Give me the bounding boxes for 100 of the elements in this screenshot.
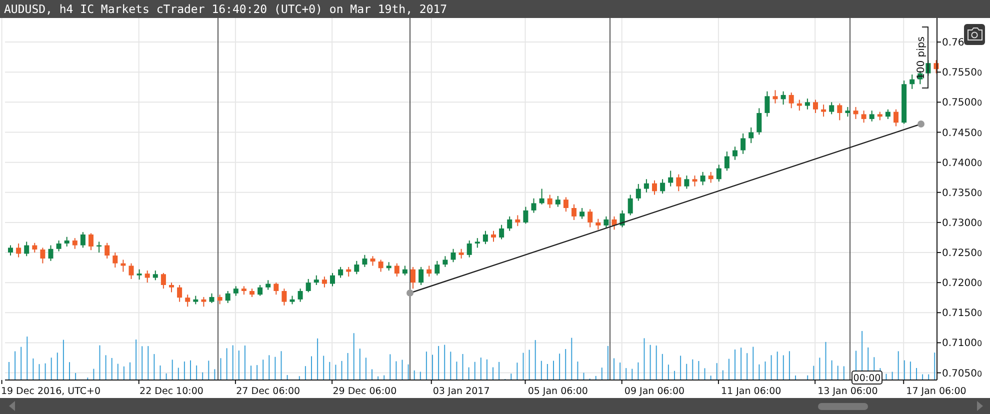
candlestick bbox=[298, 288, 303, 302]
candlestick bbox=[676, 174, 682, 192]
candlestick bbox=[499, 224, 504, 240]
candlestick bbox=[466, 240, 472, 258]
candlestick bbox=[266, 280, 271, 290]
candlestick bbox=[282, 288, 287, 306]
candlestick bbox=[8, 244, 13, 256]
pips-ruler[interactable]: 100 pips bbox=[916, 26, 928, 88]
candlestick bbox=[885, 108, 890, 120]
chart-title: AUDUSD, h4 IC Markets cTrader 16:40:20 (UTC+0) on Mar 19th, 2017 bbox=[4, 2, 448, 16]
candlestick bbox=[732, 146, 738, 160]
x-axis-label: 03 Jan 2017 bbox=[432, 386, 490, 397]
candlestick bbox=[837, 102, 842, 121]
candlestick bbox=[410, 266, 416, 290]
y-axis-label: 0.70500 bbox=[942, 368, 982, 380]
candlestick bbox=[426, 265, 432, 278]
candlestick bbox=[636, 183, 641, 202]
candlestick bbox=[813, 99, 818, 114]
candlestick bbox=[652, 180, 657, 196]
scroll-right-icon[interactable] bbox=[976, 401, 984, 411]
x-axis-label: 29 Dec 06:00 bbox=[332, 386, 397, 397]
y-axis-label: 0.75000 bbox=[942, 98, 982, 109]
x-axis-label: 27 Dec 06:00 bbox=[236, 386, 300, 397]
candlestick bbox=[764, 90, 770, 118]
candlestick bbox=[72, 238, 78, 250]
candlestick bbox=[88, 232, 94, 251]
time-cursor-label: 00:00 bbox=[852, 370, 882, 384]
candlestick bbox=[354, 260, 360, 275]
x-axis-label: 22 Dec 10:00 bbox=[140, 386, 204, 397]
candlestick bbox=[185, 294, 190, 308]
candlestick bbox=[346, 266, 352, 278]
candlestick bbox=[756, 108, 762, 136]
candlestick bbox=[152, 270, 158, 281]
candlestick bbox=[523, 206, 528, 224]
candlestick bbox=[274, 282, 279, 296]
candlestick bbox=[660, 178, 666, 194]
candlestick bbox=[628, 194, 633, 216]
x-axis-label: 09 Jan 06:00 bbox=[624, 386, 685, 397]
candlestick bbox=[692, 175, 698, 187]
candlestick bbox=[160, 272, 166, 290]
candlestick bbox=[314, 274, 319, 286]
candlestick bbox=[708, 171, 714, 184]
candlestick bbox=[64, 236, 70, 248]
candlestick bbox=[588, 208, 593, 228]
candlestick bbox=[716, 164, 722, 182]
candlestick bbox=[788, 92, 794, 109]
candlestick bbox=[306, 278, 311, 293]
candlestick bbox=[604, 216, 609, 229]
candlestick bbox=[209, 292, 214, 304]
candlestick bbox=[169, 282, 174, 293]
candlestick bbox=[482, 230, 488, 245]
candlestick bbox=[572, 204, 576, 221]
candlestick bbox=[442, 256, 448, 268]
candlestick bbox=[378, 259, 384, 272]
y-axis-label: 0.74000 bbox=[942, 158, 982, 169]
candlestick bbox=[56, 240, 62, 252]
candlestick bbox=[869, 110, 874, 122]
candlestick bbox=[128, 262, 134, 280]
camera-button[interactable] bbox=[964, 24, 985, 45]
candlestick bbox=[80, 232, 86, 248]
candlestick bbox=[563, 196, 568, 212]
scroll-left-icon[interactable] bbox=[8, 401, 16, 411]
candlestick bbox=[104, 242, 110, 260]
candlestick bbox=[740, 132, 746, 154]
y-axis-label: 0.71000 bbox=[942, 338, 982, 350]
y-axis-label: 0.71500 bbox=[942, 308, 982, 320]
x-axis-label: 05 Jan 06:00 bbox=[528, 386, 588, 397]
candlestick bbox=[845, 106, 850, 118]
candlestick bbox=[596, 218, 601, 230]
candlestick bbox=[40, 247, 46, 264]
trend-line[interactable] bbox=[406, 120, 924, 296]
candlestick bbox=[821, 104, 826, 118]
candlestick bbox=[853, 106, 858, 120]
candlestick bbox=[330, 272, 335, 287]
x-axis-label: 17 Jan 06:00 bbox=[906, 386, 966, 397]
candlestick bbox=[322, 276, 327, 288]
candlestick bbox=[772, 90, 778, 104]
candlestick bbox=[684, 175, 690, 190]
candlestick bbox=[580, 208, 585, 220]
candlestick bbox=[894, 108, 898, 127]
y-axis-label: 0.74500 bbox=[942, 128, 982, 139]
y-axis-label: 0.72000 bbox=[942, 278, 982, 290]
candlestick bbox=[668, 170, 674, 187]
x-axis-label: 13 Jan 06:00 bbox=[818, 386, 878, 397]
candlestick bbox=[796, 99, 802, 112]
y-axis-label: 0.75500 bbox=[942, 68, 982, 79]
candlestick bbox=[225, 290, 230, 304]
candlestick bbox=[258, 284, 263, 296]
candlestick bbox=[362, 254, 368, 268]
candlestick bbox=[32, 242, 38, 254]
candlestick bbox=[507, 216, 512, 232]
y-axis-label: 0.73500 bbox=[942, 188, 982, 199]
y-axis-label: 0.72500 bbox=[942, 248, 982, 260]
candlestick bbox=[644, 178, 649, 193]
candlestick bbox=[112, 252, 118, 268]
scroll-thumb[interactable] bbox=[818, 402, 868, 410]
candlestick bbox=[700, 171, 706, 186]
candlestick bbox=[539, 188, 544, 205]
candlestick bbox=[24, 241, 30, 257]
candlestick bbox=[48, 244, 54, 262]
